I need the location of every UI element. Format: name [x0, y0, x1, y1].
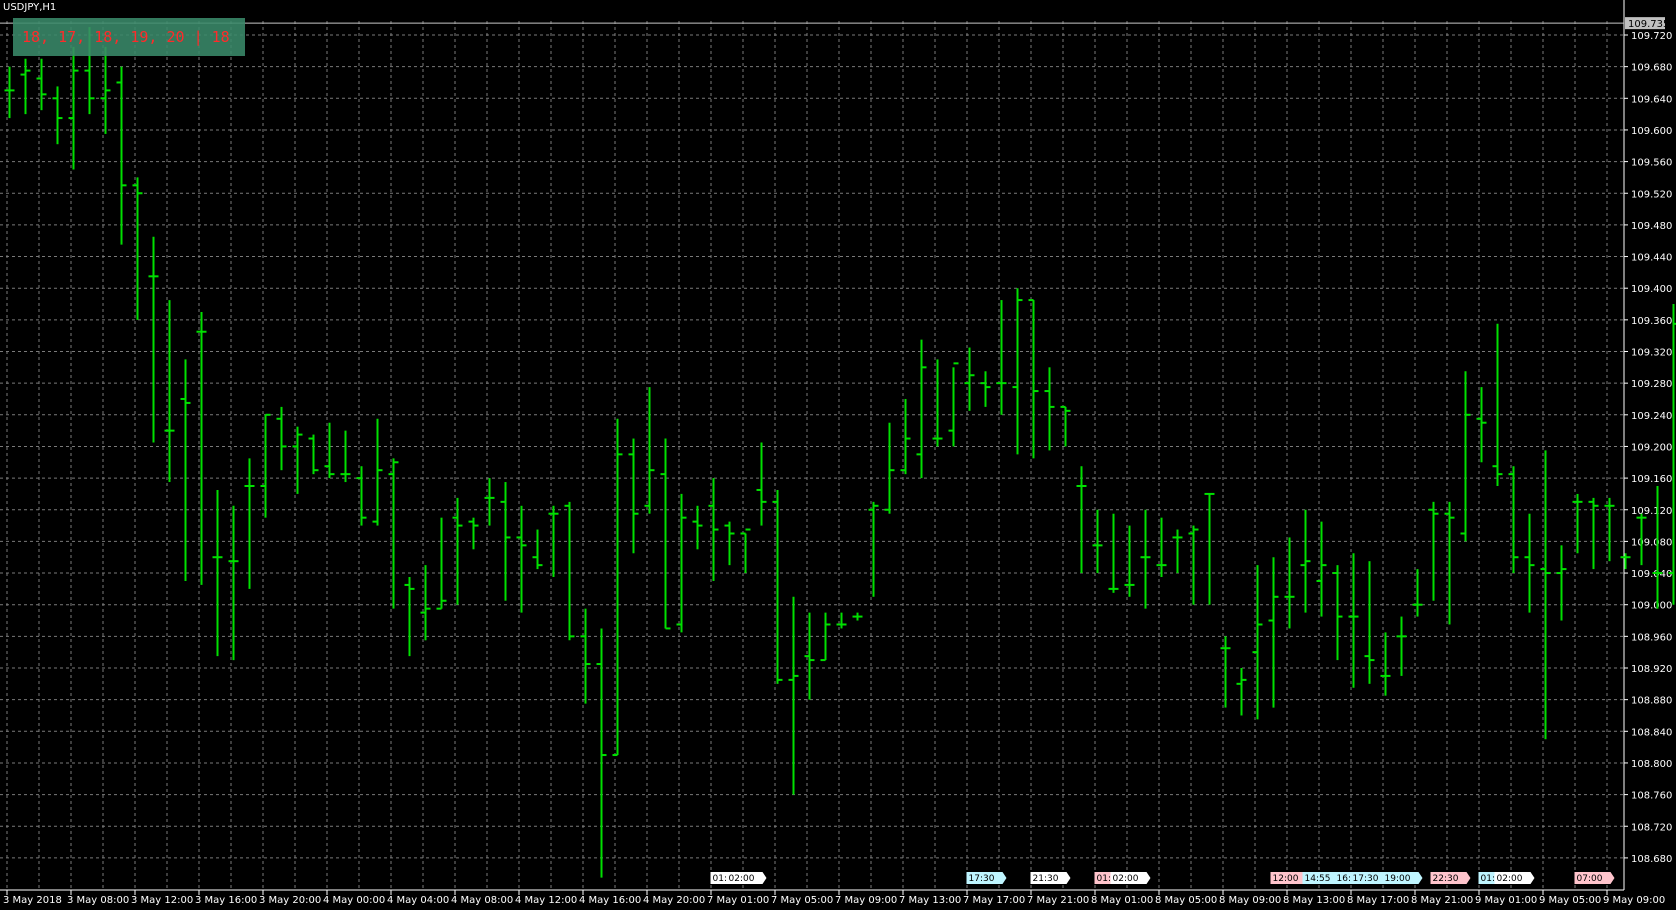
y-tick-label: 109.040 — [1631, 569, 1672, 580]
x-tick-label: 3 May 12:00 — [131, 895, 193, 906]
event-marker-label: 01: — [713, 874, 727, 884]
y-tick-label: 109.240 — [1631, 411, 1672, 422]
x-tick-label: 4 May 04:00 — [387, 895, 449, 906]
event-marker-label: 19:00 — [1385, 874, 1411, 884]
x-tick-label: 7 May 21:00 — [1027, 895, 1089, 906]
x-tick-label: 4 May 16:00 — [579, 895, 641, 906]
x-tick-label: 4 May 12:00 — [515, 895, 577, 906]
event-marker-label: 12:00 — [1273, 874, 1299, 884]
chart-background — [0, 0, 1676, 910]
y-tick-label: 109.320 — [1631, 348, 1672, 359]
x-tick-label: 7 May 09:00 — [835, 895, 897, 906]
y-tick-label: 109.160 — [1631, 474, 1672, 485]
x-tick-label: 7 May 17:00 — [963, 895, 1025, 906]
y-tick-label: 109.280 — [1631, 379, 1672, 390]
event-marker-label: 14:55 — [1305, 874, 1331, 884]
x-tick-label: 8 May 01:00 — [1091, 895, 1153, 906]
x-tick-label: 9 May 01:00 — [1475, 895, 1537, 906]
x-tick-label: 4 May 00:00 — [323, 895, 385, 906]
price-chart[interactable]: 109.720 109.680 109.640 109.600 109.560 109.5… — [0, 0, 1676, 910]
y-tick-label: 109.560 — [1631, 158, 1672, 169]
y-tick-label: 108.800 — [1631, 759, 1672, 770]
y-tick-label: 109.520 — [1631, 189, 1672, 200]
x-tick-label: 8 May 13:00 — [1283, 895, 1345, 906]
y-tick-label: 109.600 — [1631, 126, 1672, 137]
event-marker-label: 01: — [1481, 874, 1495, 884]
y-tick-label: 108.920 — [1631, 664, 1672, 675]
y-tick-label: 108.960 — [1631, 632, 1672, 643]
y-tick-label: 108.680 — [1631, 854, 1672, 865]
event-marker-label: 07:00 — [1577, 874, 1603, 884]
event-marker-label: 01: — [1097, 874, 1111, 884]
y-tick-label: 108.720 — [1631, 822, 1672, 833]
y-tick-label: 109.480 — [1631, 221, 1672, 232]
event-marker-label: 02:00 — [1497, 874, 1523, 884]
event-marker-label: 22:30 — [1433, 874, 1459, 884]
y-tick-label: 109.720 — [1631, 31, 1672, 42]
y-tick-label: 109.440 — [1631, 253, 1672, 264]
event-marker-label: 21:30 — [1033, 874, 1059, 884]
x-tick-label: 3 May 20:00 — [259, 895, 321, 906]
x-tick-label: 8 May 05:00 — [1155, 895, 1217, 906]
x-tick-label: 8 May 21:00 — [1411, 895, 1473, 906]
y-tick-label: 109.200 — [1631, 442, 1672, 453]
x-tick-label: 3 May 16:00 — [195, 895, 257, 906]
x-tick-label: 4 May 20:00 — [643, 895, 705, 906]
event-marker-label: 02:00 — [729, 874, 755, 884]
x-tick-label: 9 May 09:00 — [1603, 895, 1665, 906]
y-tick-label: 109.120 — [1631, 506, 1672, 517]
event-marker-label: 16: — [1337, 874, 1351, 884]
x-tick-label: 3 May 2018 — [3, 895, 62, 906]
y-tick-label: 109.080 — [1631, 537, 1672, 548]
x-tick-label: 7 May 13:00 — [899, 895, 961, 906]
x-tick-label: 9 May 05:00 — [1539, 895, 1601, 906]
x-tick-label: 8 May 09:00 — [1219, 895, 1281, 906]
symbol-timeframe-label: USDJPY,H1 — [3, 2, 57, 13]
y-tick-label: 108.760 — [1631, 791, 1672, 802]
y-tick-label: 108.880 — [1631, 696, 1672, 707]
x-tick-label: 3 May 08:00 — [67, 895, 129, 906]
x-tick-label: 7 May 05:00 — [771, 895, 833, 906]
chart-area[interactable]: 109.720 109.680 109.640 109.600 109.560 109.5… — [0, 0, 1676, 910]
y-tick-label: 109.360 — [1631, 316, 1672, 327]
y-tick-label: 109.640 — [1631, 94, 1672, 105]
event-marker-label: 02:00 — [1113, 874, 1139, 884]
y-tick-label: 108.840 — [1631, 727, 1672, 738]
x-tick-label: 4 May 08:00 — [451, 895, 513, 906]
x-tick-label: 7 May 01:00 — [707, 895, 769, 906]
event-marker-label: 17:30 — [969, 874, 995, 884]
y-tick-label: 109.680 — [1631, 63, 1672, 74]
current-price-label: 109.735 — [1628, 19, 1669, 30]
event-marker-label: 17:30 — [1353, 874, 1379, 884]
indicator-overlay-text: 18, 17, 18, 19, 20 | 18 — [22, 28, 230, 46]
y-tick-label: 109.400 — [1631, 284, 1672, 295]
x-tick-label: 8 May 17:00 — [1347, 895, 1409, 906]
y-tick-label: 109.000 — [1631, 601, 1672, 612]
